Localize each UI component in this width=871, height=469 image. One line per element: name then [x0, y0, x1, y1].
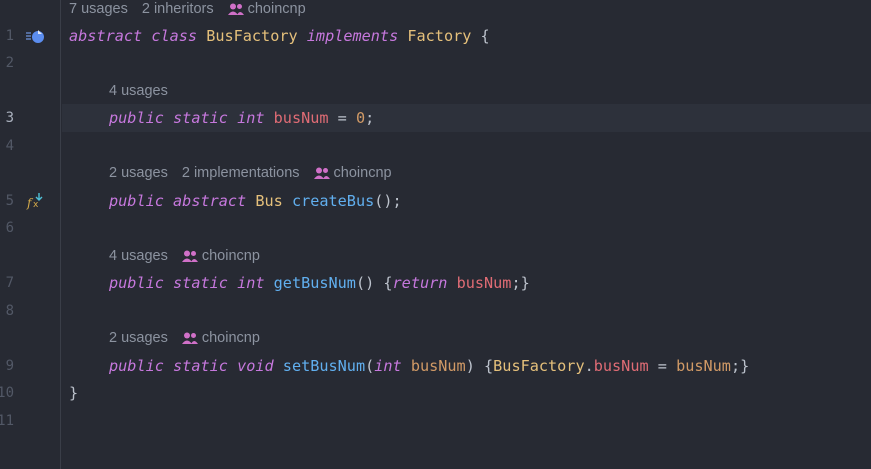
parameter-name: busNum: [410, 357, 466, 375]
line-number: 1: [5, 28, 14, 44]
field-name: busNum: [456, 274, 512, 292]
line-number-active: 3: [5, 110, 14, 126]
dot: .: [584, 357, 594, 375]
class-name: BusFactory: [493, 357, 585, 375]
implemented-function-icon[interactable]: f x: [25, 192, 45, 210]
code-line-10[interactable]: }: [69, 381, 78, 405]
open-paren: (: [365, 357, 375, 375]
usages-link[interactable]: 2 usages: [109, 164, 168, 182]
close-brace: ;}: [511, 274, 530, 292]
implemented-by-icon[interactable]: [25, 27, 45, 45]
keyword-implements: implements: [306, 27, 399, 45]
usages-link[interactable]: 4 usages: [109, 247, 168, 265]
class-close-brace: }: [69, 384, 79, 402]
keyword-abstract: abstract: [69, 27, 143, 45]
code-line-9[interactable]: public static void setBusNum(int busNum)…: [109, 354, 749, 378]
interface-name: Factory: [407, 27, 472, 45]
method-inlay-hint[interactable]: 2 usages choincnp: [109, 329, 260, 347]
number-literal: 0: [355, 109, 366, 127]
class-name: BusFactory: [206, 27, 298, 45]
author-link[interactable]: choincnp: [248, 0, 306, 18]
line-number: 4: [5, 138, 14, 154]
semicolon: ;: [365, 109, 375, 127]
parens: ();: [374, 192, 402, 210]
keyword-static: static: [173, 274, 228, 292]
type-name: Bus: [255, 192, 283, 210]
parens: () {: [355, 274, 393, 292]
author-link[interactable]: choincnp: [202, 247, 260, 265]
keyword-public: public: [109, 274, 164, 292]
keyword-public: public: [109, 109, 164, 127]
author-icon: [227, 3, 244, 15]
method-name: createBus: [291, 192, 375, 210]
keyword-class: class: [151, 27, 198, 45]
line-number: 11: [0, 413, 14, 429]
keyword-void: void: [237, 357, 274, 375]
code-line-3[interactable]: public static int busNum = 0;: [109, 106, 374, 130]
open-brace: {: [480, 27, 490, 45]
author-icon: [181, 332, 198, 344]
keyword-public: public: [109, 192, 164, 210]
svg-text:x: x: [33, 200, 39, 210]
close-brace: ;}: [730, 357, 750, 375]
keyword-static: static: [173, 109, 228, 127]
keyword-int: int: [237, 109, 265, 127]
keyword-int: int: [374, 357, 402, 375]
usages-link[interactable]: 7 usages: [69, 0, 128, 18]
code-line-5[interactable]: public abstract Bus createBus();: [109, 189, 402, 213]
line-number-gutter[interactable]: 1 2 3 4 5 6 7 8 9 10 11 f x: [0, 0, 61, 469]
close-paren: ) {: [465, 357, 494, 375]
code-editor[interactable]: 1 2 3 4 5 6 7 8 9 10 11 f x 7 usages 2 i…: [0, 0, 871, 469]
field-name: busNum: [593, 357, 649, 375]
parameter-ref: busNum: [676, 357, 731, 375]
keyword-public: public: [109, 357, 164, 375]
line-number: 9: [5, 358, 14, 374]
author-icon: [313, 167, 330, 179]
author-icon: [181, 250, 198, 262]
line-number: 2: [5, 55, 14, 71]
field-name: busNum: [273, 109, 329, 127]
line-number: 7: [5, 275, 14, 291]
keyword-int: int: [237, 274, 265, 292]
implementations-link[interactable]: 2 implementations: [182, 164, 300, 182]
method-name: getBusNum: [273, 274, 356, 292]
field-inlay-hint[interactable]: 4 usages: [109, 82, 168, 100]
line-number: 5: [5, 193, 14, 209]
assign-operator: =: [648, 357, 677, 375]
class-inlay-hint[interactable]: 7 usages 2 inheritors choincnp: [69, 0, 306, 18]
inheritors-link[interactable]: 2 inheritors: [142, 0, 214, 18]
method-inlay-hint[interactable]: 4 usages choincnp: [109, 247, 260, 265]
author-link[interactable]: choincnp: [334, 164, 392, 182]
line-number: 8: [5, 303, 14, 319]
assign-operator: =: [328, 109, 356, 127]
line-number: 6: [5, 220, 14, 236]
method-name: setBusNum: [282, 357, 366, 375]
line-number: 10: [0, 385, 14, 401]
code-line-1[interactable]: abstract class BusFactory implements Fac…: [69, 24, 490, 48]
method-inlay-hint[interactable]: 2 usages 2 implementations choincnp: [109, 164, 392, 182]
keyword-static: static: [173, 357, 228, 375]
code-line-7[interactable]: public static int getBusNum() {return bu…: [109, 271, 530, 295]
keyword-return: return: [392, 274, 448, 292]
usages-link[interactable]: 4 usages: [109, 82, 168, 100]
usages-link[interactable]: 2 usages: [109, 329, 168, 347]
author-link[interactable]: choincnp: [202, 329, 260, 347]
keyword-abstract: abstract: [173, 192, 247, 210]
